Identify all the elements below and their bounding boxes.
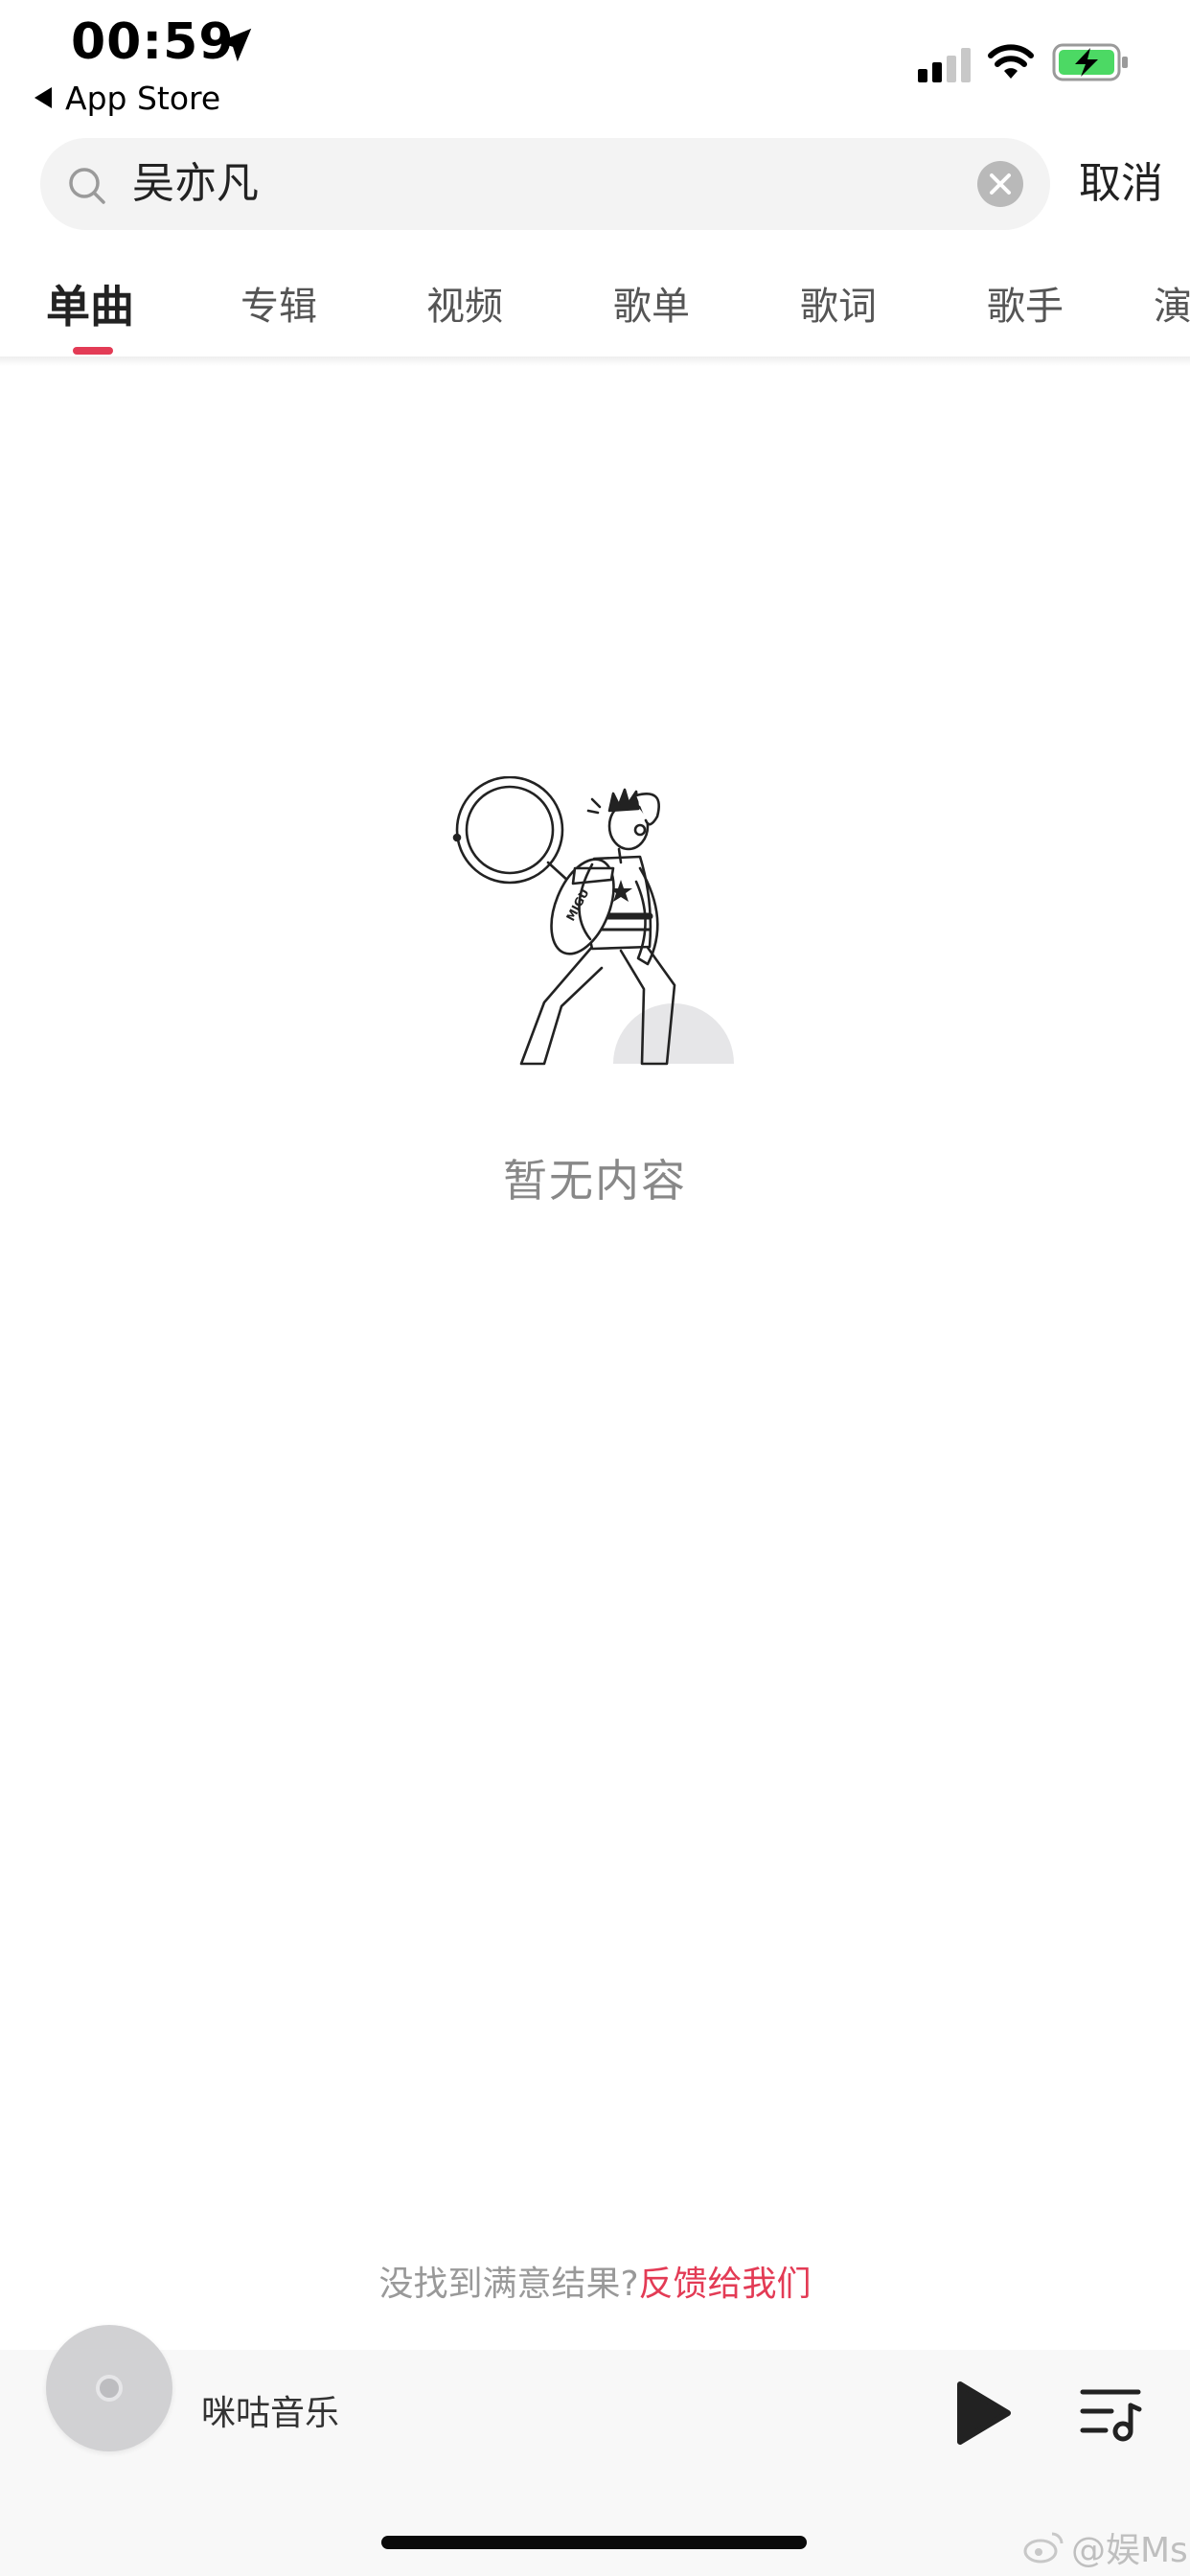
status-time: 00:59 — [71, 13, 235, 71]
back-arrow-icon — [34, 87, 52, 108]
album-disc-icon[interactable] — [46, 2325, 172, 2451]
back-label: App Store — [65, 79, 221, 117]
playlist-icon[interactable] — [1079, 2386, 1142, 2442]
result-tabs: 单曲 专辑 视频 歌单 歌词 歌手 演 — [0, 268, 1190, 356]
search-icon — [69, 168, 105, 204]
tab-lyrics[interactable]: 歌词 — [800, 268, 877, 345]
play-icon[interactable] — [954, 2380, 1012, 2446]
location-arrow-icon — [217, 28, 252, 62]
tab-playlists[interactable]: 歌单 — [613, 268, 690, 345]
wifi-icon — [988, 44, 1034, 79]
search-input[interactable]: 吴亦凡 — [132, 153, 259, 215]
cellular-signal-icon — [918, 48, 971, 82]
back-to-app-store[interactable]: App Store — [34, 79, 220, 117]
home-indicator — [381, 2536, 807, 2549]
feedback-prompt: 没找到满意结果? — [378, 2265, 639, 2304]
tab-videos[interactable]: 视频 — [426, 268, 503, 345]
watermark: @娱Ms — [1023, 2522, 1188, 2572]
feedback-row: 没找到满意结果?反馈给我们 — [0, 2256, 1190, 2306]
watermark-text: @娱Ms — [1071, 2531, 1188, 2570]
player-title: 咪咕音乐 — [201, 2394, 340, 2433]
active-tab-indicator — [73, 347, 113, 355]
tab-albums[interactable]: 专辑 — [240, 268, 317, 345]
close-icon — [990, 173, 1011, 195]
empty-state-illustration: MIGU — [452, 776, 734, 1066]
tab-artists[interactable]: 歌手 — [987, 268, 1064, 345]
empty-state-message: 暂无内容 — [503, 1155, 687, 1207]
weibo-icon — [1023, 2532, 1064, 2564]
tab-performances[interactable]: 演 — [1154, 268, 1190, 345]
tab-songs[interactable]: 单曲 — [46, 268, 134, 345]
clear-search-button[interactable] — [977, 161, 1023, 207]
feedback-link[interactable]: 反馈给我们 — [639, 2265, 812, 2304]
cancel-button[interactable]: 取消 — [1079, 153, 1163, 215]
battery-charging-icon — [1052, 43, 1128, 81]
tabs-divider — [0, 356, 1190, 366]
